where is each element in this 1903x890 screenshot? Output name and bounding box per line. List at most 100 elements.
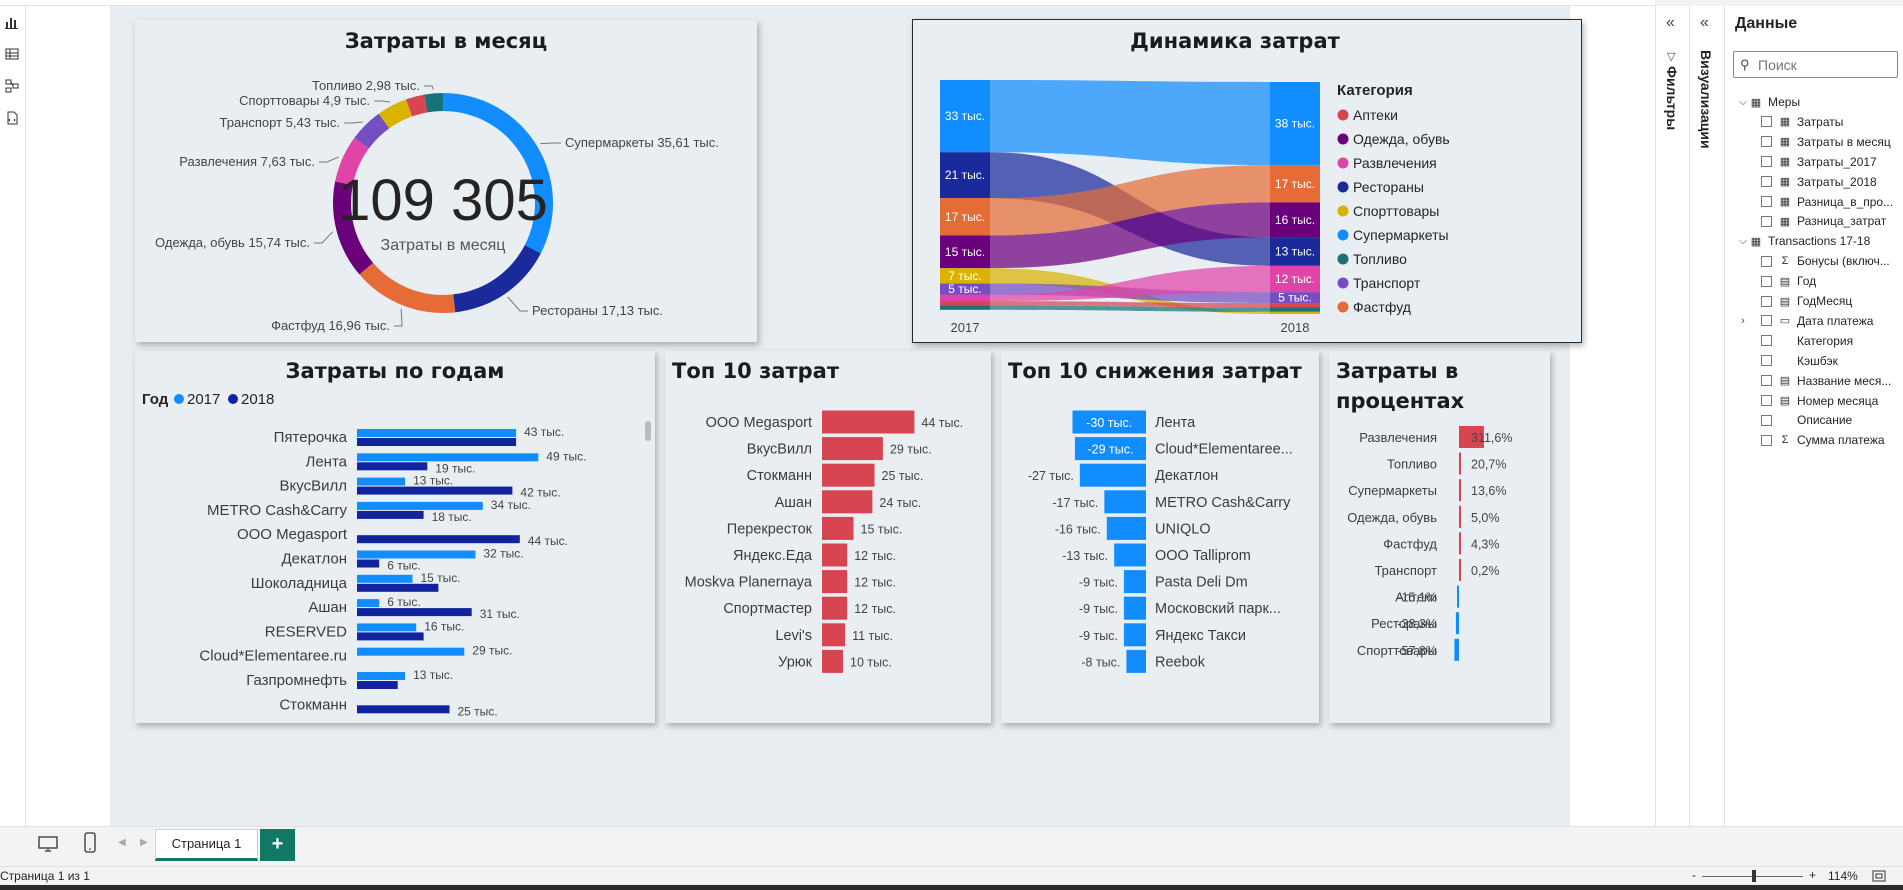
field-checkbox[interactable] — [1761, 176, 1772, 188]
field-tree-item[interactable]: ▤ Название меся... — [1737, 371, 1891, 391]
filters-pane[interactable]: « ▽ Фильтры — [1655, 6, 1689, 826]
mobile-layout-icon[interactable] — [84, 832, 96, 854]
visualizations-pane[interactable]: « Визуализации — [1689, 6, 1724, 826]
field-tree-item[interactable]: Описание — [1737, 410, 1852, 430]
report-view-icon[interactable] — [4, 14, 20, 30]
field-tree-item[interactable]: ▦ Разница_затрат — [1737, 211, 1886, 231]
field-tree-item[interactable]: ▤ Номер месяца — [1737, 391, 1878, 411]
field-checkbox[interactable] — [1761, 275, 1772, 287]
years-bar-2018 — [357, 608, 472, 617]
donut-card[interactable]: Затраты в месяц Супермаркеты 35,61 тыс. Р… — [135, 20, 757, 342]
field-tree-item[interactable]: ▦ Затраты_2018 — [1737, 172, 1877, 192]
field-label: Затраты — [1797, 114, 1844, 129]
field-tree-item[interactable]: Σ Сумма платежа — [1737, 430, 1885, 450]
years-bar-2017 — [357, 429, 517, 437]
measure-icon: ▦ — [1779, 116, 1791, 129]
sankey-legend-marker — [1337, 157, 1349, 169]
top10-bar — [822, 596, 848, 620]
decrease-data-label: -16 тыс. — [1055, 522, 1101, 536]
field-checkbox[interactable] — [1761, 295, 1772, 307]
field-checkbox[interactable] — [1761, 215, 1772, 227]
field-checkbox[interactable] — [1761, 335, 1772, 347]
field-checkbox[interactable] — [1761, 255, 1772, 267]
add-page-button[interactable]: + — [260, 829, 295, 861]
field-label: Бонусы (включ... — [1797, 254, 1890, 269]
decrease-category-label: METRO Cash&Carry — [1155, 495, 1291, 511]
model-view-icon[interactable] — [4, 78, 20, 94]
field-tree-item[interactable]: ▦ Затраты_2017 — [1737, 152, 1877, 172]
sankey-node-label: 12 тыс. — [1275, 272, 1315, 286]
field-label: Меры — [1768, 95, 1801, 109]
decrease-data-label: -9 тыс. — [1079, 629, 1118, 643]
sankey-node-label: 7 тыс. — [948, 269, 981, 283]
fit-to-page-icon[interactable] — [1872, 870, 1886, 882]
field-tree-item[interactable]: ▦ Затраты в месяц — [1737, 132, 1891, 152]
sankey-node-label: 5 тыс. — [948, 282, 981, 296]
percent-category-label: Транспорт — [1374, 563, 1437, 578]
percent-card[interactable]: Затраты в процентах Развлечения 311,6% Топ… — [1329, 351, 1550, 723]
field-checkbox[interactable] — [1761, 355, 1772, 367]
field-tree-item[interactable]: ▦ Затраты — [1737, 112, 1843, 132]
decrease-bar — [1106, 516, 1146, 540]
percent-data-label: -15,1% — [1397, 591, 1437, 605]
next-page-icon[interactable]: ▶ — [140, 837, 148, 848]
sankey-node — [1270, 311, 1320, 314]
measure-icon: ▦ — [1779, 136, 1791, 149]
search-box[interactable]: ⚲ — [1733, 51, 1898, 78]
field-checkbox[interactable] — [1761, 315, 1772, 327]
chevron-right-icon[interactable]: › — [1737, 315, 1749, 327]
percent-data-label: 20,7% — [1471, 458, 1506, 472]
years-bar-2018 — [357, 535, 520, 544]
donut-leader-line — [394, 309, 403, 327]
top10-data-label: 29 тыс. — [890, 443, 932, 457]
field-tree-item[interactable]: Категория — [1737, 331, 1853, 351]
table-view-icon[interactable] — [4, 46, 20, 62]
sankey-node-label: 5 тыс. — [1278, 291, 1311, 305]
zoom-slider-thumb[interactable] — [1752, 870, 1756, 882]
field-label: Разница_в_про... — [1797, 194, 1894, 209]
donut-data-label: Одежда, обувь 15,74 тыс. — [155, 235, 310, 250]
years-card[interactable]: Затраты по годам Год 2017 2018 Пятерочка 43 … — [135, 351, 655, 723]
measure-icon: ▦ — [1779, 156, 1791, 169]
collapse-viz-icon[interactable]: « — [1700, 14, 1709, 32]
field-checkbox[interactable] — [1761, 375, 1772, 387]
sankey-node-label: 38 тыс. — [1275, 117, 1315, 131]
top10-bar — [822, 410, 915, 434]
search-input[interactable] — [1758, 55, 1893, 74]
field-checkbox[interactable] — [1761, 196, 1772, 207]
field-label: ГодМесяц — [1797, 294, 1853, 308]
field-tree-item[interactable]: Кэшбэк — [1737, 351, 1838, 371]
years-data-label: 31 тыс. — [480, 607, 520, 621]
collapse-filters-icon[interactable]: « — [1666, 14, 1675, 32]
field-tree-item[interactable]: Σ Бонусы (включ... — [1737, 251, 1890, 271]
zoom-in-button[interactable]: + — [1809, 868, 1816, 882]
field-tree-item[interactable]: ▤ ГодМесяц — [1737, 291, 1852, 311]
chevron-down-icon[interactable]: ⌵ — [1737, 235, 1749, 248]
sankey-node-label: 13 тыс. — [1275, 245, 1315, 259]
percent-category-label: Развлечения — [1359, 430, 1437, 445]
prev-page-icon[interactable]: ◀ — [118, 837, 126, 848]
donut-leader-line — [314, 231, 334, 244]
data-pane-title: Данные — [1735, 15, 1798, 32]
chevron-down-icon[interactable]: ⌵ — [1737, 96, 1749, 109]
field-checkbox[interactable] — [1761, 395, 1772, 406]
decrease-card[interactable]: Топ 10 снижения затрат -30 тыс. Лента -29 … — [1001, 351, 1319, 723]
field-checkbox[interactable] — [1761, 434, 1772, 446]
zoom-out-button[interactable]: - — [1692, 868, 1696, 882]
field-checkbox[interactable] — [1761, 136, 1772, 148]
field-checkbox[interactable] — [1761, 116, 1772, 128]
sankey-card[interactable]: Динамика затрат 33 тыс. 21 тыс. 17 тыс. 15 … — [912, 19, 1582, 343]
field-tree-item[interactable]: ⌵ ▦ Transactions 17-18 — [1737, 231, 1870, 251]
dax-query-icon[interactable] — [4, 110, 20, 126]
field-tree-item[interactable]: ▦ Разница_в_про... — [1737, 192, 1893, 212]
field-tree-item[interactable]: ▤ Год — [1737, 271, 1816, 291]
field-tree-item[interactable]: › ▭ Дата платежа — [1737, 311, 1873, 331]
page-tab-1[interactable]: Страница 1 — [155, 829, 258, 861]
field-checkbox[interactable] — [1761, 414, 1772, 426]
field-checkbox[interactable] — [1761, 156, 1772, 168]
field-tree-item[interactable]: ⌵ ▦ Меры — [1737, 92, 1800, 112]
desktop-layout-icon[interactable] — [38, 835, 58, 853]
years-bar-2017 — [357, 647, 465, 656]
donut-data-label: Супермаркеты 35,61 тыс. — [565, 135, 719, 150]
top10-card[interactable]: Топ 10 затрат ООО Megasport 44 тыс. ВкусВи… — [665, 351, 991, 723]
